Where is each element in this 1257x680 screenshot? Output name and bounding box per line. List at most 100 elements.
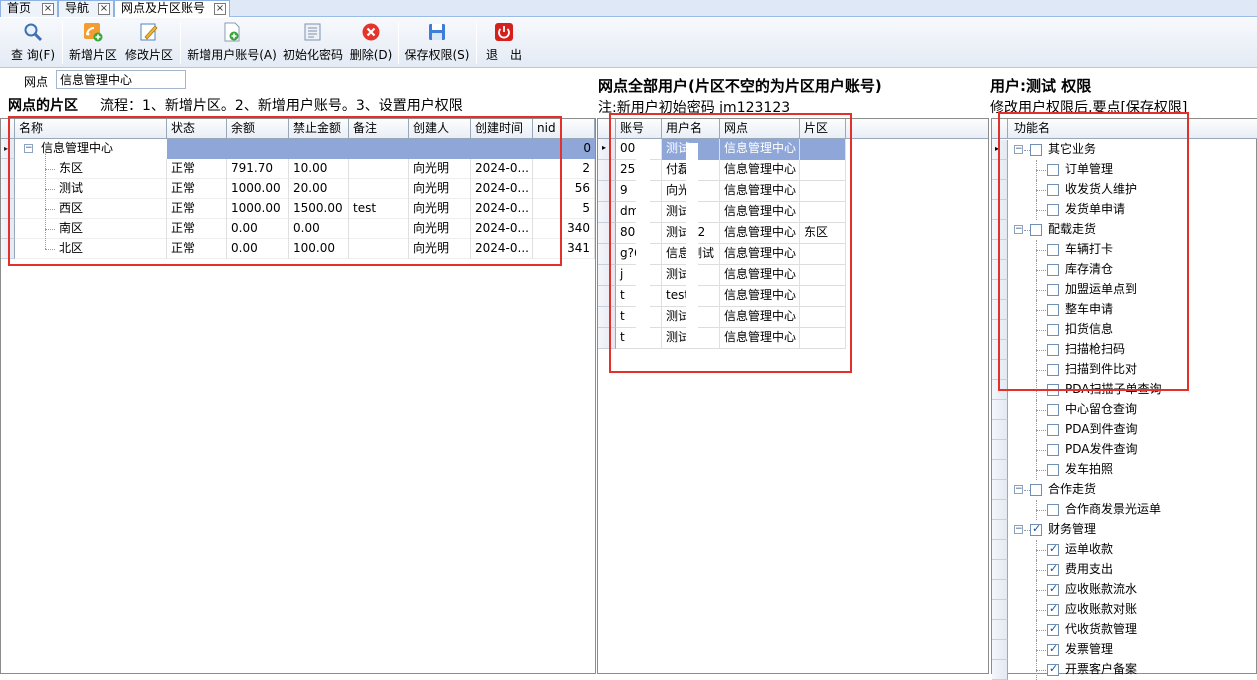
row-header[interactable] [992, 460, 1008, 480]
exit-button[interactable]: 退 出 [482, 20, 526, 66]
permission-item[interactable]: 扫描枪扫码 [992, 340, 1256, 360]
permission-item[interactable]: 发货单申请 [992, 200, 1256, 220]
row-header[interactable] [1, 159, 15, 179]
row-header[interactable] [992, 260, 1008, 280]
table-row[interactable]: 测试 正常 1000.00 20.00 向光明 2024-0... 56 [1, 169, 595, 199]
row-header[interactable] [992, 620, 1008, 640]
permission-checkbox[interactable] [1047, 662, 1059, 676]
permission-item[interactable]: PDA发件查询 [992, 440, 1256, 460]
permission-item[interactable]: 发票管理 [992, 640, 1256, 660]
permission-item[interactable]: 整车申请 [992, 300, 1256, 320]
row-header[interactable] [598, 202, 616, 223]
permission-checkbox[interactable] [1047, 204, 1059, 216]
permission-item[interactable]: 合作商发景光运单 [992, 500, 1256, 520]
table-row[interactable]: 东区 正常 791.70 10.00 向光明 2024-0... 2 [1, 149, 595, 179]
row-header[interactable] [992, 480, 1008, 500]
save-permission-button[interactable]: 保存权限(S) [402, 20, 472, 66]
row-header[interactable] [1, 219, 15, 239]
permission-item[interactable]: 收发货人维护 [992, 180, 1256, 200]
permission-checkbox[interactable] [1047, 444, 1059, 456]
permission-checkbox[interactable] [1047, 384, 1059, 396]
permission-checkbox[interactable] [1030, 522, 1042, 536]
permission-group[interactable]: − 合作走货 [992, 480, 1256, 500]
permission-checkbox[interactable] [1047, 622, 1059, 636]
permission-checkbox[interactable] [1047, 164, 1059, 176]
row-header[interactable] [992, 600, 1008, 620]
row-header[interactable] [992, 440, 1008, 460]
permission-checkbox[interactable] [1047, 364, 1059, 376]
collapse-icon[interactable]: − [1014, 145, 1023, 154]
row-header[interactable] [598, 244, 616, 265]
permission-item[interactable]: 加盟运单点到 [992, 280, 1256, 300]
column-header[interactable]: 备注 [349, 119, 409, 139]
tab-nav[interactable]: 导航 × [58, 0, 114, 17]
row-header[interactable] [992, 160, 1008, 180]
row-header[interactable] [992, 300, 1008, 320]
add-user-button[interactable]: 新增用户账号(A) [186, 20, 278, 66]
column-header[interactable]: 用户名 [662, 119, 720, 139]
row-header[interactable] [992, 420, 1008, 440]
permission-item[interactable]: 发车拍照 [992, 460, 1256, 480]
add-area-button[interactable]: 新增片区 [66, 20, 120, 66]
permission-item[interactable]: 中心留仓查询 [992, 400, 1256, 420]
permission-checkbox[interactable] [1047, 184, 1059, 196]
row-header[interactable] [992, 660, 1008, 680]
permission-group[interactable]: − 其它业务 [992, 140, 1256, 160]
permission-item[interactable]: 扣货信息 [992, 320, 1256, 340]
permission-checkbox[interactable] [1047, 264, 1059, 276]
permission-item[interactable]: 费用支出 [992, 560, 1256, 580]
row-header[interactable] [992, 380, 1008, 400]
row-header[interactable] [992, 500, 1008, 520]
row-header[interactable] [598, 223, 616, 244]
permission-group[interactable]: − 配载走货 [992, 220, 1256, 240]
column-header[interactable]: nid [533, 119, 595, 139]
column-header[interactable]: 创建时间 [471, 119, 533, 139]
permission-item[interactable]: 代收货款管理 [992, 620, 1256, 640]
row-header[interactable] [598, 139, 616, 160]
edit-area-button[interactable]: 修改片区 [122, 20, 176, 66]
row-header[interactable] [992, 360, 1008, 380]
permission-item[interactable]: 应收账款对账 [992, 600, 1256, 620]
permission-item[interactable]: 订单管理 [992, 160, 1256, 180]
column-header[interactable]: 禁止金额 [289, 119, 349, 139]
row-header[interactable] [992, 200, 1008, 220]
permission-checkbox[interactable] [1047, 582, 1059, 596]
permission-checkbox[interactable] [1047, 542, 1059, 556]
permission-checkbox[interactable] [1047, 562, 1059, 576]
permission-checkbox[interactable] [1047, 642, 1059, 656]
column-header[interactable]: 状态 [167, 119, 227, 139]
permission-item[interactable]: 扫描到件比对 [992, 360, 1256, 380]
permission-checkbox[interactable] [1047, 504, 1059, 516]
row-header[interactable] [992, 540, 1008, 560]
column-header[interactable]: 余额 [227, 119, 289, 139]
collapse-icon[interactable]: − [24, 144, 33, 153]
row-header[interactable] [1, 179, 15, 199]
permission-checkbox[interactable] [1047, 404, 1059, 416]
permission-item[interactable]: 运单收款 [992, 540, 1256, 560]
permission-item[interactable]: PDA到件查询 [992, 420, 1256, 440]
permission-checkbox[interactable] [1030, 144, 1042, 156]
permission-item[interactable]: 开票客户备案 [992, 660, 1256, 680]
table-row[interactable]: 西区 正常 1000.00 1500.00 test 向光明 2024-0... 5 [1, 189, 595, 219]
site-input[interactable] [56, 70, 186, 89]
permission-checkbox[interactable] [1047, 602, 1059, 616]
column-header[interactable]: 创建人 [409, 119, 471, 139]
tab-home[interactable]: 首页 × [0, 0, 58, 17]
row-header[interactable] [992, 320, 1008, 340]
permission-item[interactable]: 应收账款流水 [992, 580, 1256, 600]
permission-item[interactable]: 车辆打卡 [992, 240, 1256, 260]
row-header[interactable] [992, 240, 1008, 260]
close-icon[interactable]: × [214, 3, 226, 15]
row-header[interactable] [598, 286, 616, 307]
tab-site-area-accounts[interactable]: 网点及片区账号 × [114, 0, 230, 17]
close-icon[interactable]: × [98, 3, 110, 15]
permission-group[interactable]: − 财务管理 [992, 520, 1256, 540]
permission-checkbox[interactable] [1047, 344, 1059, 356]
permission-checkbox[interactable] [1047, 424, 1059, 436]
permission-checkbox[interactable] [1030, 224, 1042, 236]
column-header[interactable]: 功能名 [1008, 119, 1257, 139]
row-header[interactable] [992, 180, 1008, 200]
column-header[interactable]: 片区 [800, 119, 846, 139]
permission-checkbox[interactable] [1047, 304, 1059, 316]
row-header[interactable] [992, 560, 1008, 580]
